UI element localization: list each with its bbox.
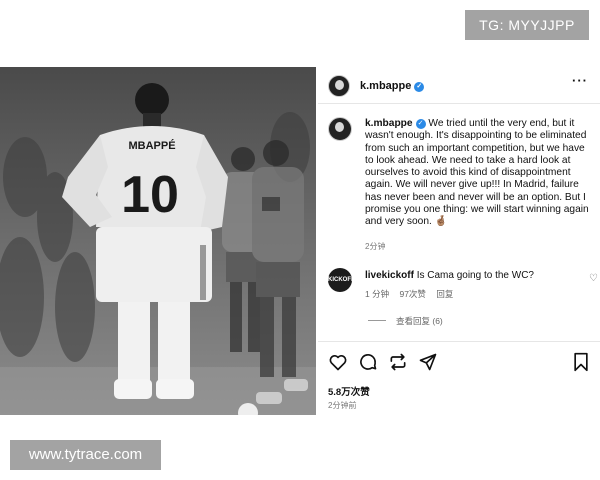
post-header: k.mbappe ✓	[328, 75, 425, 97]
comment-heart-icon[interactable]: ♡	[589, 273, 598, 284]
caption-avatar[interactable]	[328, 117, 352, 141]
jersey-name: MBAPPÉ	[128, 139, 175, 152]
comment-time: 1 分钟	[365, 289, 390, 299]
header-username[interactable]: k.mbappe ✓	[360, 80, 425, 92]
avatar[interactable]	[328, 75, 350, 97]
comment-meta: 1 分钟 97次赞 回复	[365, 288, 461, 300]
comment: livekickoff Is Cama going to the WC?	[365, 270, 534, 281]
verified-icon: ✓	[415, 119, 426, 129]
watermark-top: TG: MYYJJPP	[465, 10, 589, 40]
comment-avatar[interactable]: KICKOFF	[328, 268, 355, 292]
caption-username[interactable]: k.mbappe	[365, 118, 413, 129]
jersey-number: 10	[121, 166, 179, 224]
instagram-post: MBAPPÉ 10 k.mbappe ✓ ··· k.mbappe ✓ We tri…	[0, 67, 600, 415]
comment-likes[interactable]: 97次赞	[399, 289, 425, 299]
post-photo: MBAPPÉ 10	[0, 67, 316, 415]
heart-icon[interactable]	[328, 352, 348, 372]
verified-icon: ✓	[414, 82, 425, 92]
watermark-bottom: www.tytrace.com	[10, 440, 161, 470]
likes-count[interactable]: 5.8万次赞	[328, 384, 370, 398]
more-icon[interactable]: ···	[572, 73, 588, 88]
action-bar	[328, 352, 590, 372]
view-replies-button[interactable]: 查看回复 (6)	[368, 315, 443, 327]
caption-time: 2分钟	[365, 242, 386, 251]
comment-username[interactable]: livekickoff	[365, 270, 414, 281]
caption-text: We tried until the very end, but it wasn…	[365, 118, 589, 228]
repost-icon[interactable]	[388, 352, 408, 372]
share-icon[interactable]	[418, 352, 438, 372]
divider	[318, 341, 600, 342]
post-panel: k.mbappe ✓ ··· k.mbappe ✓ We tried until t…	[318, 67, 600, 415]
comment-icon[interactable]	[358, 352, 378, 372]
divider	[318, 103, 600, 104]
bookmark-icon[interactable]	[572, 352, 590, 372]
comment-text: Is Cama going to the WC?	[416, 270, 534, 281]
comment-reply[interactable]: 回复	[436, 289, 453, 299]
post-time: 2分钟前	[328, 401, 357, 410]
caption: k.mbappe ✓ We tried until the very end, b…	[365, 118, 595, 229]
